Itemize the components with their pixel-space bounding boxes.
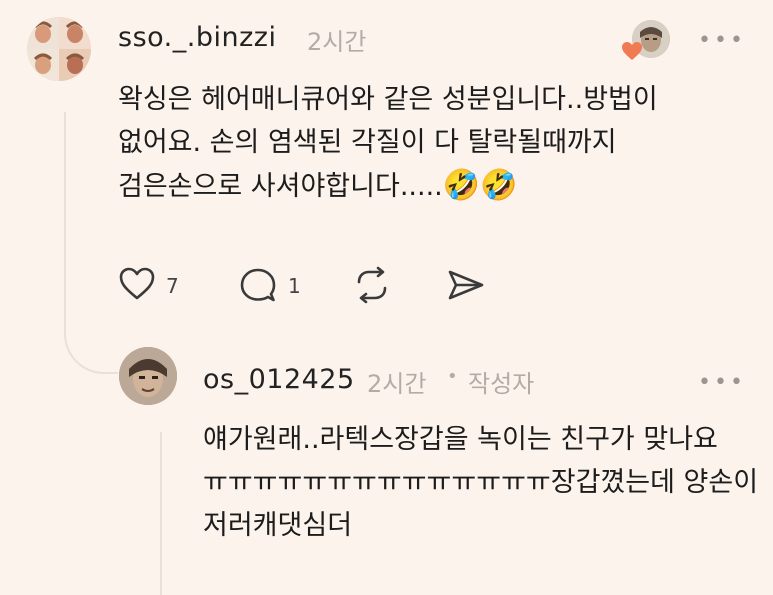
reply-text: 얘가원래..라텍스장갑을 녹이는 친구가 맞나요 ㅠㅠㅠㅠㅠㅠㅠㅠㅠㅠㅠㅠㅠㅠ장…	[203, 418, 763, 547]
reply-count: 1	[288, 274, 301, 298]
reply-thread-line	[160, 432, 162, 595]
comment-line: 검은손으로 사셔야합니다.....🤣🤣	[118, 168, 518, 203]
emoji: 🤣🤣	[442, 168, 518, 203]
thread-curve	[64, 300, 118, 374]
reply-line: 저러캐댓심더	[203, 510, 353, 541]
comment-line: 왁싱은 헤어매니큐어와 같은 성분입니다..방법이	[118, 84, 658, 115]
reply-timestamp: 2시간	[367, 370, 427, 398]
comment-text: 왁싱은 헤어매니큐어와 같은 성분입니다..방법이 없어요. 손의 염색된 각질…	[118, 78, 758, 208]
more-options-button[interactable]: •••	[698, 28, 746, 53]
comment-bubble-icon[interactable]	[238, 266, 278, 304]
heart-outline-icon[interactable]	[118, 266, 156, 302]
like-count: 7	[166, 274, 179, 298]
author-badge: 작성자	[468, 370, 535, 398]
comment-timestamp: 2시간	[307, 28, 367, 56]
comment-username[interactable]: sso._.binzzi	[118, 22, 276, 53]
avatar[interactable]	[27, 17, 91, 81]
reply-line: ㅠㅠㅠㅠㅠㅠㅠㅠㅠㅠㅠㅠㅠㅠ장갑꼈는데 양손이	[203, 467, 759, 498]
reply-line: 얘가원래..라텍스장갑을 녹이는 친구가 맞나요	[203, 424, 718, 455]
heart-filled-icon	[621, 41, 643, 61]
reply-more-options-button[interactable]: •••	[698, 370, 746, 395]
repost-icon[interactable]	[353, 266, 391, 304]
reply-username[interactable]: os_012425	[203, 364, 355, 395]
thread-line	[64, 112, 66, 332]
comment-line: 없어요. 손의 염색된 각질이 다 탈락될때까지	[118, 127, 617, 158]
reply-avatar[interactable]	[119, 347, 177, 405]
send-icon[interactable]	[446, 268, 486, 302]
reply-separator: •	[447, 366, 458, 387]
